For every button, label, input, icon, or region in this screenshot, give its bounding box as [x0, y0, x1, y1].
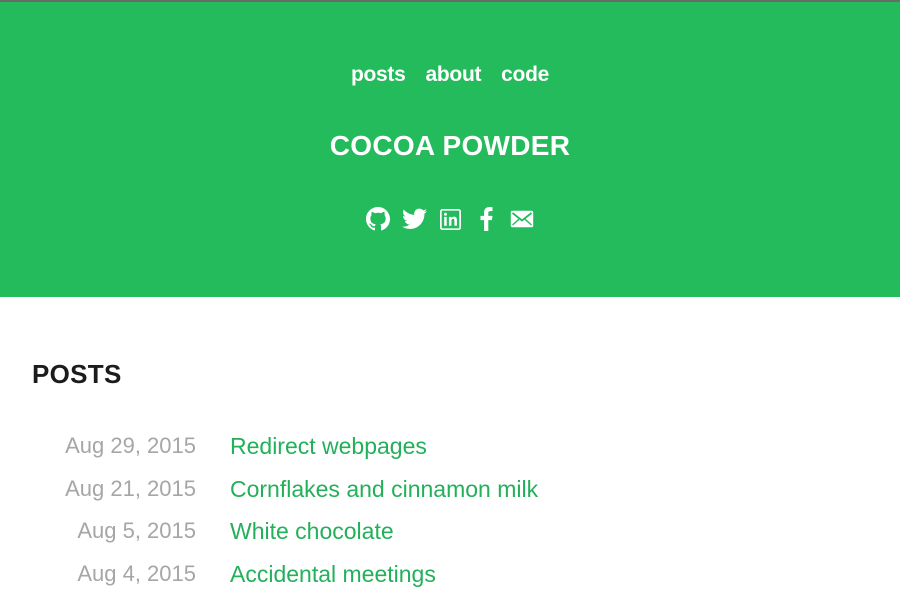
post-date: Aug 5, 2015 [77, 518, 196, 543]
email-icon[interactable] [509, 206, 535, 232]
post-row: Aug 5, 2015 White chocolate [0, 513, 900, 556]
site-header: posts about code COCOA POWDER [0, 0, 900, 297]
post-date: Aug 29, 2015 [65, 433, 196, 458]
post-link[interactable]: Accidental meetings [230, 556, 436, 592]
post-date: Aug 4, 2015 [77, 560, 196, 586]
github-icon[interactable] [365, 206, 391, 232]
post-list: Aug 29, 2015 Redirect webpages Aug 21, 2… [0, 428, 900, 598]
social-links [0, 206, 900, 232]
post-row: Aug 29, 2015 Redirect webpages [0, 428, 900, 471]
post-row: Aug 21, 2015 Cornflakes and cinnamon mil… [0, 471, 900, 514]
twitter-icon[interactable] [401, 206, 427, 232]
post-row: Aug 4, 2015 Accidental meetings [0, 556, 900, 599]
linkedin-icon[interactable] [437, 206, 463, 232]
nav-link-about[interactable]: about [426, 62, 482, 88]
main-nav: posts about code [0, 62, 900, 88]
posts-heading: POSTS [32, 359, 122, 389]
facebook-icon[interactable] [473, 206, 499, 232]
post-link[interactable]: White chocolate [230, 513, 394, 549]
nav-link-posts[interactable]: posts [351, 62, 406, 88]
post-link[interactable]: Cornflakes and cinnamon milk [230, 471, 538, 507]
post-date: Aug 21, 2015 [65, 475, 196, 501]
post-link[interactable]: Redirect webpages [230, 428, 427, 464]
nav-link-code[interactable]: code [501, 62, 549, 88]
site-title: COCOA POWDER [329, 130, 571, 161]
